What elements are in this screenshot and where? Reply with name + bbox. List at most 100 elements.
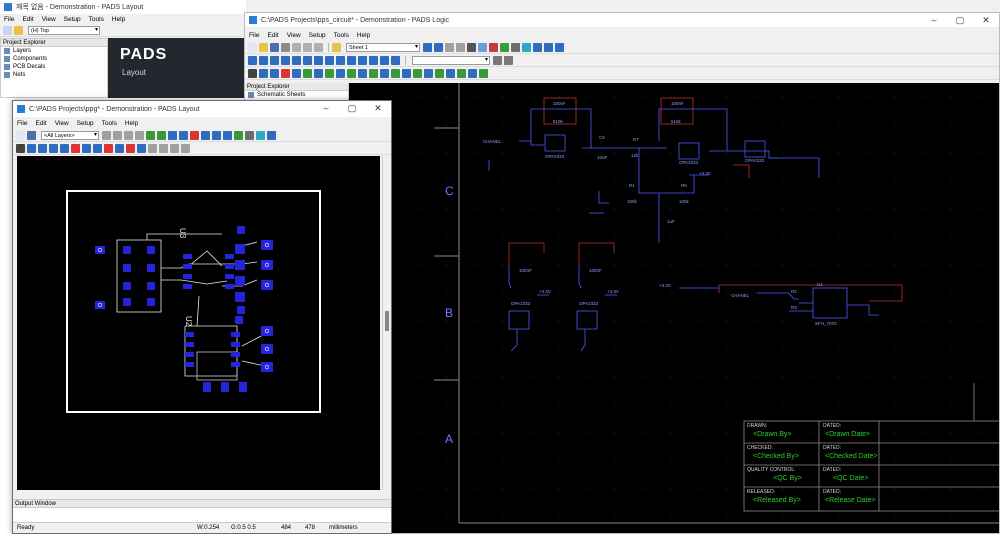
menu-file[interactable]: File xyxy=(17,120,27,127)
connect-icon[interactable] xyxy=(336,56,345,65)
board-icon[interactable] xyxy=(478,43,487,52)
tree-pcb-decals[interactable]: PCB Decals xyxy=(4,63,107,71)
tool-d-icon[interactable] xyxy=(71,144,80,153)
splitter[interactable] xyxy=(13,491,391,498)
menu-edit[interactable]: Edit xyxy=(22,16,33,23)
tool-b-icon[interactable] xyxy=(270,69,279,78)
tool-r-icon[interactable] xyxy=(446,69,455,78)
tool-m-icon[interactable] xyxy=(170,144,179,153)
select-icon[interactable] xyxy=(423,43,432,52)
zoom-icon[interactable] xyxy=(467,43,476,52)
toolbar-icon[interactable] xyxy=(533,43,542,52)
menu-file[interactable]: File xyxy=(4,16,14,23)
view-icon[interactable] xyxy=(212,131,221,140)
tool-m-icon[interactable] xyxy=(391,69,400,78)
select-filter-icon[interactable] xyxy=(434,43,443,52)
menu-file[interactable]: File xyxy=(249,32,259,39)
vertical-scrollbar[interactable] xyxy=(382,156,391,490)
logic-titlebar[interactable]: C:\PADS Projects\pps_circuit* - Demonstr… xyxy=(245,13,999,27)
tool-c-icon[interactable] xyxy=(60,144,69,153)
undo-icon[interactable] xyxy=(102,131,111,140)
tool-k-icon[interactable] xyxy=(369,69,378,78)
menu-edit[interactable]: Edit xyxy=(267,32,278,39)
save-icon[interactable] xyxy=(270,43,279,52)
cut-icon[interactable] xyxy=(292,43,301,52)
window-icon[interactable] xyxy=(522,43,531,52)
split-icon[interactable] xyxy=(347,56,356,65)
tool-e-icon[interactable] xyxy=(303,69,312,78)
add-bus-icon[interactable] xyxy=(270,56,279,65)
ppg-titlebar[interactable]: C:\PADS Projects\ppg* - Demonstration - … xyxy=(13,101,391,117)
menu-setup[interactable]: Setup xyxy=(77,120,94,127)
tool-h-icon[interactable] xyxy=(115,144,124,153)
text-icon[interactable] xyxy=(292,56,301,65)
open-icon[interactable] xyxy=(14,26,23,35)
output-icon[interactable] xyxy=(544,43,553,52)
field-icon[interactable] xyxy=(303,56,312,65)
tool-i-icon[interactable] xyxy=(126,144,135,153)
verify-icon[interactable] xyxy=(179,131,188,140)
up-icon[interactable] xyxy=(493,56,502,65)
copy2-icon[interactable] xyxy=(325,56,334,65)
part-select[interactable] xyxy=(412,56,490,65)
new-icon[interactable] xyxy=(3,26,12,35)
add-part-icon[interactable] xyxy=(281,56,290,65)
tool-q-icon[interactable] xyxy=(435,69,444,78)
mirror-icon[interactable] xyxy=(380,56,389,65)
tool-a-icon[interactable] xyxy=(38,144,47,153)
tree-components[interactable]: Components xyxy=(4,55,107,63)
tool-u-icon[interactable] xyxy=(479,69,488,78)
tool-f-icon[interactable] xyxy=(93,144,102,153)
menu-view[interactable]: View xyxy=(42,16,56,23)
menu-edit[interactable]: Edit xyxy=(35,120,46,127)
menu-setup[interactable]: Setup xyxy=(309,32,326,39)
schematic-canvas[interactable]: C B A CHANEL 510k 100nF OPA2333 C6 10uF … xyxy=(349,83,999,533)
redo-icon[interactable] xyxy=(456,43,465,52)
tool-j-icon[interactable] xyxy=(137,144,146,153)
tool-j-icon[interactable] xyxy=(358,69,367,78)
tree-layers[interactable]: Layers xyxy=(4,47,107,55)
explorer-icon[interactable] xyxy=(555,43,564,52)
report-icon[interactable] xyxy=(511,43,520,52)
report-icon[interactable] xyxy=(245,131,254,140)
flip-icon[interactable] xyxy=(391,56,400,65)
scroll-thumb[interactable] xyxy=(385,311,389,331)
print-icon[interactable] xyxy=(281,43,290,52)
add-wire-icon[interactable] xyxy=(259,56,268,65)
tool-g-icon[interactable] xyxy=(325,69,334,78)
tool-t-icon[interactable] xyxy=(468,69,477,78)
pcb-canvas[interactable]: U3 U2 xyxy=(17,156,380,490)
swap-icon[interactable] xyxy=(358,56,367,65)
tool-a-icon[interactable] xyxy=(259,69,268,78)
explorer-icon[interactable] xyxy=(267,131,276,140)
design-icon[interactable] xyxy=(157,131,166,140)
menu-view[interactable]: View xyxy=(287,32,301,39)
save-icon[interactable] xyxy=(27,131,36,140)
rules-icon[interactable] xyxy=(489,43,498,52)
menu-help[interactable]: Help xyxy=(112,16,125,23)
tree-nets[interactable]: Nets xyxy=(4,71,107,79)
pointer-icon[interactable] xyxy=(16,144,25,153)
tool-l-icon[interactable] xyxy=(159,144,168,153)
tool-p-icon[interactable] xyxy=(424,69,433,78)
open-icon[interactable] xyxy=(259,43,268,52)
tool-e-icon[interactable] xyxy=(82,144,91,153)
sheet-select[interactable]: Sheet 1 xyxy=(346,43,420,52)
tool-o-icon[interactable] xyxy=(413,69,422,78)
copy-icon[interactable] xyxy=(303,43,312,52)
minimize-button[interactable]: – xyxy=(921,13,947,27)
ecd-icon[interactable] xyxy=(201,131,210,140)
tool-i-icon[interactable] xyxy=(347,69,356,78)
redo-icon[interactable] xyxy=(113,131,122,140)
tool-k-icon[interactable] xyxy=(148,144,157,153)
undo-icon[interactable] xyxy=(445,43,454,52)
select-icon[interactable] xyxy=(27,144,36,153)
menu-tools[interactable]: Tools xyxy=(102,120,117,127)
menu-tools[interactable]: Tools xyxy=(89,16,104,23)
rotate-icon[interactable] xyxy=(369,56,378,65)
pointer-icon[interactable] xyxy=(248,69,257,78)
maximize-button[interactable]: ▢ xyxy=(339,101,365,115)
tool-l-icon[interactable] xyxy=(380,69,389,78)
tool-b-icon[interactable] xyxy=(49,144,58,153)
maximize-button[interactable]: ▢ xyxy=(947,13,973,27)
